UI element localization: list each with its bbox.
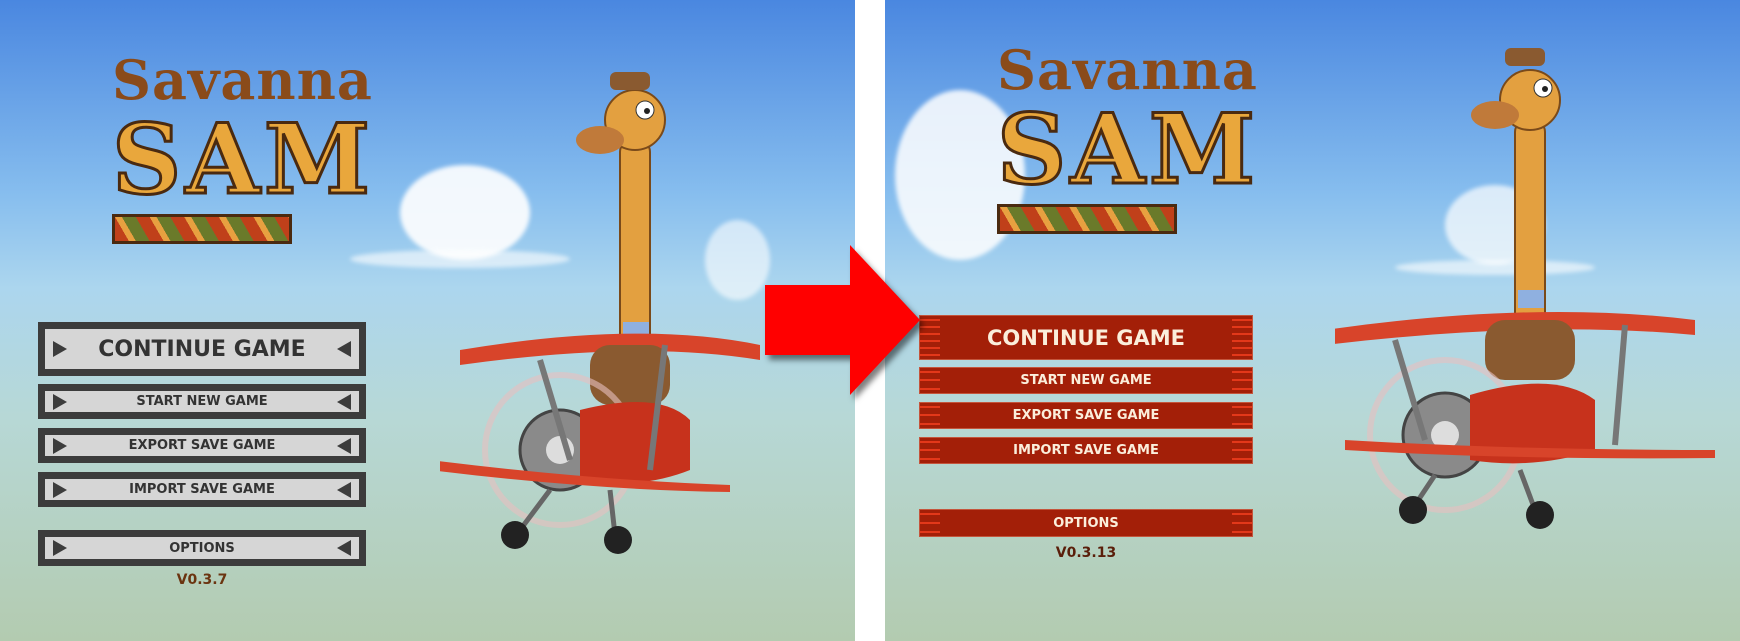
continue-game-button[interactable]: CONTINUE GAME xyxy=(38,322,366,376)
arrow-right-icon xyxy=(53,393,67,410)
start-new-game-button[interactable]: START NEW GAME xyxy=(919,367,1253,394)
arrow-left-icon xyxy=(337,481,351,498)
version-label: V0.3.13 xyxy=(1055,545,1117,561)
arrow-left-icon xyxy=(337,437,351,454)
before-screen: Savanna SAM CONTINUE GAME START NEW GAME… xyxy=(0,0,855,641)
start-new-game-button[interactable]: START NEW GAME xyxy=(38,384,366,419)
arrow-left-icon xyxy=(337,393,351,410)
arrow-right-icon xyxy=(53,481,67,498)
arrow-left-icon xyxy=(337,341,351,357)
giraffe-pilot-biplane-illustration xyxy=(440,72,760,554)
giraffe-pilot-biplane-illustration xyxy=(1335,48,1715,529)
after-screen: Savanna SAM CONTINUE GAME START NEW GAME… xyxy=(885,0,1740,641)
continue-game-button[interactable]: CONTINUE GAME xyxy=(919,315,1253,360)
game-logo: Savanna SAM xyxy=(996,40,1257,234)
arrow-right-icon xyxy=(53,437,67,454)
import-save-game-button[interactable]: IMPORT SAVE GAME xyxy=(919,437,1253,464)
export-save-game-button[interactable]: EXPORT SAVE GAME xyxy=(38,428,366,463)
right-arrow-icon xyxy=(765,245,920,395)
import-save-game-button[interactable]: IMPORT SAVE GAME xyxy=(38,472,366,507)
arrow-left-icon xyxy=(337,540,351,556)
game-logo: Savanna SAM xyxy=(111,50,372,244)
version-label: V0.3.7 xyxy=(176,572,228,588)
options-button[interactable]: OPTIONS xyxy=(38,530,366,566)
arrow-right-icon xyxy=(53,540,67,556)
export-save-game-button[interactable]: EXPORT SAVE GAME xyxy=(919,402,1253,429)
arrow-right-icon xyxy=(53,341,67,357)
options-button[interactable]: OPTIONS xyxy=(919,509,1253,537)
